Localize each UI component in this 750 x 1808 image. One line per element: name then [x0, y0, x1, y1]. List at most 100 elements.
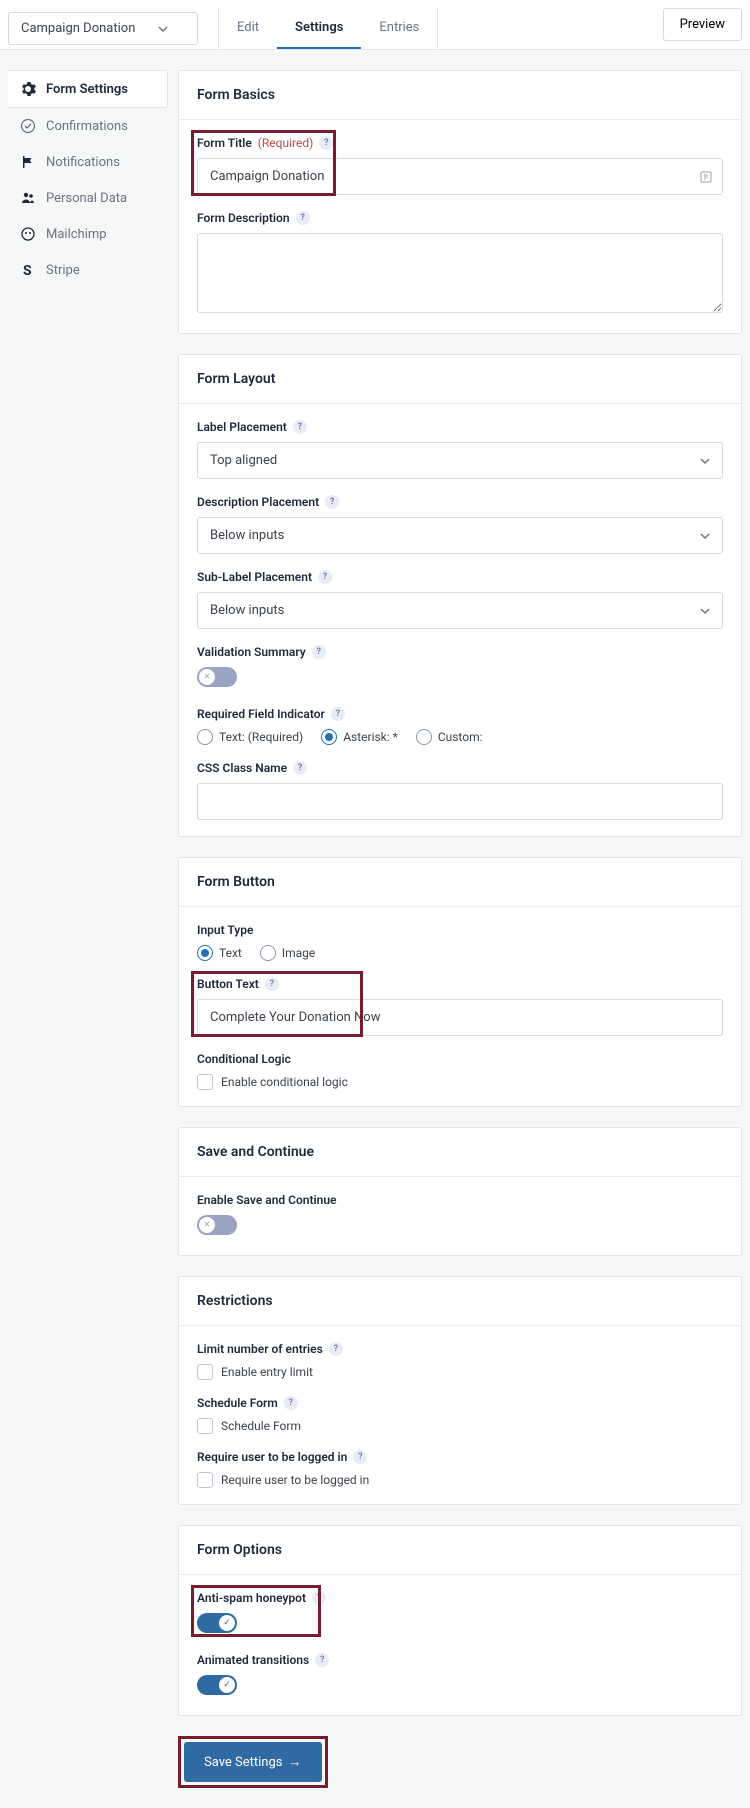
help-icon[interactable]: ?	[331, 707, 345, 721]
help-icon[interactable]: ?	[325, 495, 339, 509]
validation-summary-label: Validation Summary?	[197, 645, 723, 659]
animated-transitions-toggle[interactable]	[197, 1675, 237, 1695]
conditional-logic-text: Enable conditional logic	[221, 1075, 348, 1089]
button-text-input[interactable]	[197, 999, 723, 1036]
form-description-label: Form Description ?	[197, 211, 723, 225]
limit-entries-label: Limit number of entries?	[197, 1342, 723, 1356]
sidebar-item-label: Confirmations	[46, 119, 128, 134]
mailchimp-icon	[20, 226, 36, 242]
main-settings: Form Basics Form Title (Required) ?	[178, 70, 742, 1788]
gear-icon	[20, 81, 36, 97]
panel-heading: Form Options	[179, 1526, 741, 1575]
help-icon[interactable]: ?	[265, 977, 279, 991]
tab-entries[interactable]: Entries	[361, 8, 437, 49]
sidebar-item-label: Notifications	[46, 155, 120, 170]
schedule-form-checkbox[interactable]	[197, 1418, 213, 1434]
radio-icon	[197, 729, 213, 745]
sublabel-placement-label: Sub-Label Placement?	[197, 570, 723, 584]
sidebar-item-mailchimp[interactable]: Mailchimp	[8, 216, 168, 252]
radio-input-text[interactable]: Text	[197, 945, 242, 961]
form-description-input[interactable]	[197, 233, 723, 313]
help-icon[interactable]: ?	[284, 1396, 298, 1410]
description-placement-label: Description Placement?	[197, 495, 723, 509]
sidebar-item-stripe[interactable]: S Stripe	[8, 252, 168, 288]
sidebar-item-confirmations[interactable]: Confirmations	[8, 108, 168, 144]
conditional-logic-label: Conditional Logic	[197, 1052, 723, 1066]
sidebar-item-label: Stripe	[46, 263, 80, 278]
help-icon[interactable]: ?	[296, 211, 310, 225]
top-bar: Campaign Donation Edit Settings Entries …	[0, 0, 750, 50]
sidebar-item-label: Personal Data	[46, 191, 127, 206]
sidebar-item-personal-data[interactable]: Personal Data	[8, 180, 168, 216]
limit-entries-checkbox[interactable]	[197, 1364, 213, 1380]
tag-icon	[699, 170, 713, 184]
panel-heading: Form Basics	[179, 71, 741, 120]
radio-icon	[197, 945, 213, 961]
chevron-down-icon	[157, 23, 169, 35]
panel-heading: Form Button	[179, 858, 741, 907]
help-icon[interactable]: ?	[312, 645, 326, 659]
label-placement-label: Label Placement?	[197, 420, 723, 434]
radio-required-text[interactable]: Text: (Required)	[197, 729, 303, 745]
css-class-input[interactable]	[197, 783, 723, 820]
radio-icon	[321, 729, 337, 745]
description-placement-select[interactable]: Below inputs	[197, 517, 723, 554]
help-icon[interactable]: ?	[293, 420, 307, 434]
schedule-form-label: Schedule Form?	[197, 1396, 723, 1410]
radio-input-image[interactable]: Image	[260, 945, 315, 961]
conditional-logic-checkbox[interactable]	[197, 1074, 213, 1090]
save-highlight: Save Settings →	[178, 1736, 328, 1788]
form-selector-dropdown[interactable]: Campaign Donation	[8, 12, 198, 45]
radio-icon	[260, 945, 276, 961]
validation-summary-toggle[interactable]	[197, 667, 237, 687]
button-text-label: Button Text?	[197, 977, 723, 991]
label-placement-select[interactable]: Top aligned	[197, 442, 723, 479]
sublabel-placement-select[interactable]: Below inputs	[197, 592, 723, 629]
radio-required-asterisk[interactable]: Asterisk: *	[321, 729, 398, 745]
form-title-label: Form Title (Required) ?	[197, 136, 723, 150]
svg-text:S: S	[23, 263, 32, 278]
settings-sidebar: Form Settings Confirmations Notification…	[8, 70, 168, 1788]
stripe-icon: S	[20, 262, 36, 278]
help-icon[interactable]: ?	[312, 1591, 326, 1605]
sidebar-item-label: Mailchimp	[46, 227, 107, 242]
panel-form-layout: Form Layout Label Placement? Top aligned…	[178, 354, 742, 837]
sidebar-item-notifications[interactable]: Notifications	[8, 144, 168, 180]
save-continue-toggle[interactable]	[197, 1215, 237, 1235]
check-circle-icon	[20, 118, 36, 134]
tab-edit[interactable]: Edit	[219, 8, 277, 49]
required-indicator-label: Required Field Indicator?	[197, 707, 723, 721]
radio-required-custom[interactable]: Custom:	[416, 729, 483, 745]
panel-form-options: Form Options Anti-spam honeypot? Animate…	[178, 1525, 742, 1716]
arrow-right-icon: →	[289, 1754, 302, 1770]
anti-spam-toggle[interactable]	[197, 1613, 237, 1633]
help-icon[interactable]: ?	[318, 570, 332, 584]
require-login-label: Require user to be logged in?	[197, 1450, 723, 1464]
flag-icon	[20, 154, 36, 170]
radio-icon	[416, 729, 432, 745]
users-icon	[20, 190, 36, 206]
panel-heading: Form Layout	[179, 355, 741, 404]
help-icon[interactable]: ?	[329, 1342, 343, 1356]
panel-form-button: Form Button Input Type Text Image Button…	[178, 857, 742, 1107]
form-selector-label: Campaign Donation	[21, 21, 135, 36]
help-icon[interactable]: ?	[319, 136, 333, 150]
animated-transitions-label: Animated transitions?	[197, 1653, 723, 1667]
anti-spam-label: Anti-spam honeypot?	[197, 1591, 723, 1605]
panel-heading: Restrictions	[179, 1277, 741, 1326]
panel-heading: Save and Continue	[179, 1128, 741, 1177]
sidebar-item-form-settings[interactable]: Form Settings	[8, 70, 168, 108]
help-icon[interactable]: ?	[353, 1450, 367, 1464]
sidebar-item-label: Form Settings	[46, 82, 128, 97]
form-title-input[interactable]	[197, 158, 723, 195]
input-type-label: Input Type	[197, 923, 723, 937]
require-login-checkbox[interactable]	[197, 1472, 213, 1488]
save-settings-button[interactable]: Save Settings →	[184, 1742, 322, 1782]
preview-button[interactable]: Preview	[663, 8, 742, 41]
tabs: Edit Settings Entries	[218, 8, 438, 49]
help-icon[interactable]: ?	[315, 1653, 329, 1667]
help-icon[interactable]: ?	[293, 761, 307, 775]
panel-form-basics: Form Basics Form Title (Required) ?	[178, 70, 742, 334]
content: Form Settings Confirmations Notification…	[0, 50, 750, 1808]
tab-settings[interactable]: Settings	[277, 8, 361, 49]
